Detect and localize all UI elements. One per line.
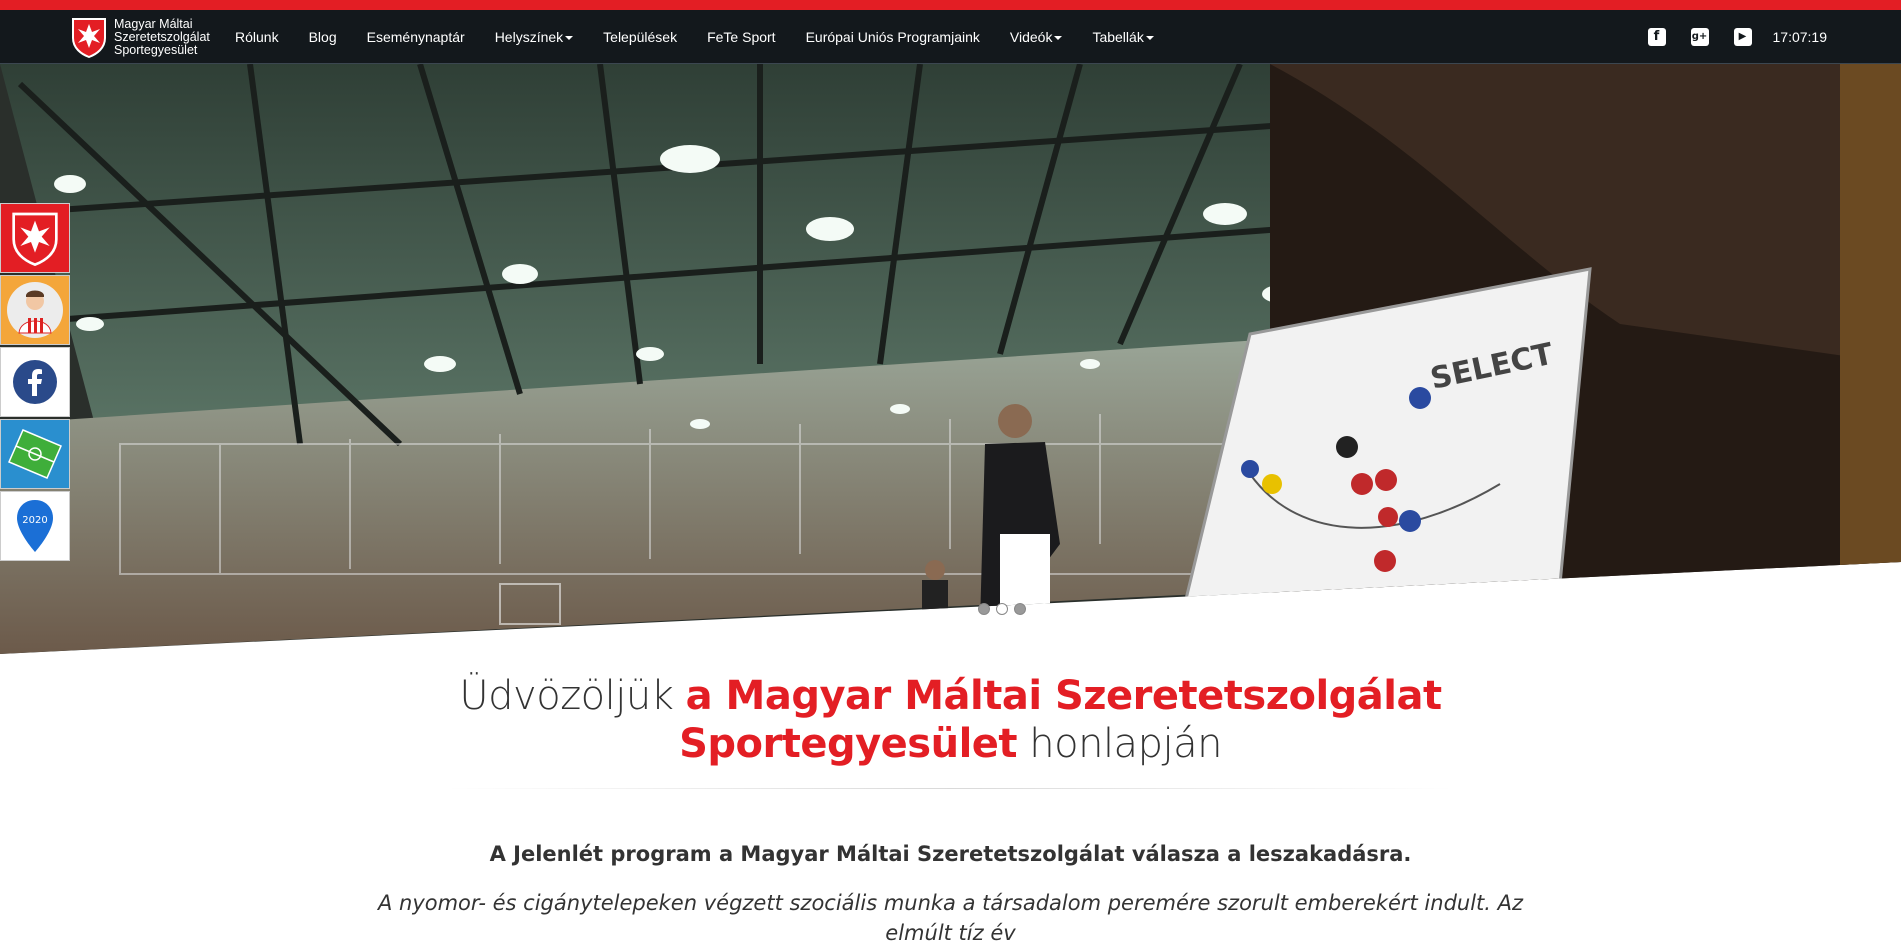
brand-logo-link[interactable]: Magyar Máltai Szeretetszolgálat Sportegy… [70, 16, 210, 58]
brand-line-3: Sportegyesület [114, 42, 198, 57]
nav-item-helyszinek-label: Helyszínek [494, 28, 564, 45]
lead-text: A Jelenlét program a Magyar Máltai Szere… [489, 842, 1412, 866]
brand-line-2: Szeretetszolgálat [114, 29, 210, 44]
facebook-icon[interactable]: f [1647, 27, 1666, 46]
section-divider [445, 788, 1455, 789]
sidebar-field-link[interactable] [0, 419, 70, 489]
facebook-icon [13, 360, 57, 404]
welcome-prefix: Üdvözöljük [459, 673, 686, 719]
hero-slide-image: SELECT [0, 64, 1901, 654]
nav-item-blog[interactable]: Blog [309, 29, 337, 45]
nav-menu: Rólunk Blog Eseménynaptár Helyszínek Tel… [235, 10, 1184, 63]
welcome-heading: Üdvözöljük a Magyar Máltai Szeretetszolg… [0, 672, 1901, 768]
clock-display: 17:07:19 [1772, 28, 1828, 45]
hero-carousel: SELECT [0, 64, 1901, 654]
sidebar-player-link[interactable] [0, 275, 70, 345]
nav-item-videok-dropdown[interactable]: Videók [1010, 29, 1063, 45]
carousel-dot-1[interactable] [978, 603, 990, 615]
nav-item-tabellak-label: Tabellák [1092, 28, 1144, 45]
welcome-highlight-2: Sportegyesület [679, 721, 1018, 767]
caret-down-icon [1054, 35, 1063, 40]
top-accent-bar [0, 0, 1901, 10]
nav-item-telepulesek[interactable]: Települések [603, 29, 677, 45]
tile-2020-label: 2020 [22, 515, 47, 526]
sidebar-maltese-link[interactable] [0, 203, 70, 273]
youtube-icon[interactable]: ▶ [1733, 27, 1752, 46]
football-field-icon [8, 429, 62, 479]
nav-item-videok-label: Videók [1009, 28, 1053, 45]
maltese-cross-shield-icon [72, 18, 106, 58]
nav-item-rolunk[interactable]: Rólunk [235, 29, 279, 45]
caret-down-icon [565, 35, 574, 40]
brand-name: Magyar Máltai Szeretetszolgálat Sportegy… [114, 16, 210, 57]
carousel-dot-2[interactable] [996, 603, 1008, 615]
carousel-indicators [978, 603, 1032, 615]
google-plus-icon[interactable]: g+ [1690, 27, 1709, 46]
carousel-dot-3[interactable] [1014, 603, 1026, 615]
sidebar-2020-link[interactable]: 2020 [0, 491, 70, 561]
sidebar-facebook-link[interactable] [0, 347, 70, 417]
nav-item-eu-programs[interactable]: Európai Uniós Programjaink [806, 29, 980, 45]
location-pin-2020-icon: 2020 [17, 500, 53, 552]
brand-line-1: Magyar Máltai [114, 16, 193, 31]
nav-right-group: f g+ ▶ 17:07:19 [1647, 10, 1828, 63]
maltese-cross-shield-icon [12, 212, 58, 266]
intro-paragraph: A nyomor- és cigánytelepeken végzett szo… [377, 891, 1524, 945]
nav-item-helyszinek-dropdown[interactable]: Helyszínek [494, 28, 574, 45]
nav-item-fete-sport[interactable]: FeTe Sport [707, 29, 775, 45]
caret-down-icon [1145, 35, 1154, 40]
nav-item-esemenynaptar[interactable]: Eseménynaptár [367, 29, 465, 45]
player-avatar-icon [7, 282, 63, 338]
nav-item-tabellak-dropdown[interactable]: Tabellák [1092, 28, 1154, 45]
welcome-suffix: honlapján [1017, 721, 1222, 767]
side-quicklinks: 2020 [0, 203, 70, 563]
welcome-highlight-1: a Magyar Máltai Szeretetszolgálat [685, 673, 1443, 719]
main-navbar: Magyar Máltai Szeretetszolgálat Sportegy… [0, 10, 1901, 64]
